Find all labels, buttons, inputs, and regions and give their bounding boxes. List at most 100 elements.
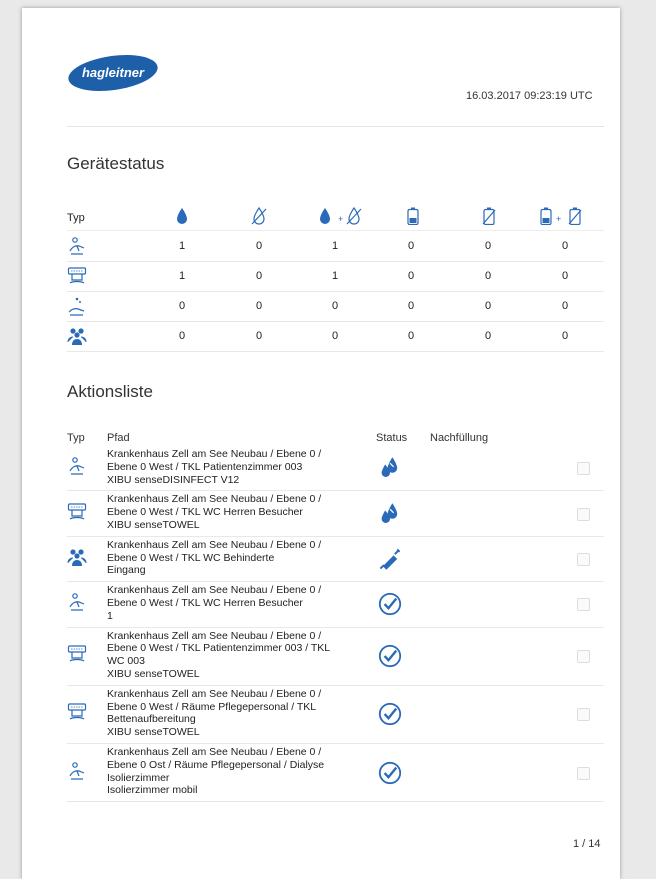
refill-checkbox[interactable] — [577, 766, 590, 780]
action-path-line: Krankenhaus Zell am See Neubau / Ebene 0… — [107, 584, 322, 597]
svg-text:+: + — [556, 214, 561, 224]
action-path-line: Ebene 0 Ost / Räume Pflegepersonal / Dia… — [107, 758, 325, 771]
action-path-line: Krankenhaus Zell am See Neubau / Ebene 0… — [107, 629, 322, 642]
refill-checkbox[interactable] — [577, 552, 590, 566]
status-count-cell: 1 — [178, 240, 186, 252]
status-count-cell: 1 — [178, 270, 186, 282]
drop-crossed-icon — [251, 207, 267, 225]
action-row: Krankenhaus Zell am See Neubau / Ebene 0… — [67, 582, 604, 628]
action-path-line: Eingang — [107, 564, 146, 577]
status-count-cell: 0 — [178, 300, 186, 312]
action-refill-header: Nachfüllung — [430, 432, 489, 444]
drops-icon — [381, 457, 398, 478]
drop-icon — [177, 208, 187, 224]
status-count-cell: 0 — [484, 330, 492, 342]
status-count-cell: 0 — [561, 300, 569, 312]
hand-disinfect-icon — [69, 457, 85, 475]
status-count-cell: 0 — [561, 270, 569, 282]
status-count-cell: 1 — [331, 240, 339, 252]
status-count-cell: 0 — [331, 300, 339, 312]
status-count-cell: 0 — [178, 330, 186, 342]
towel-dispenser-icon — [67, 502, 87, 520]
status-count-cell: 0 — [255, 330, 263, 342]
status-count-cell: 0 — [255, 240, 263, 252]
status-count-cell: 0 — [407, 300, 415, 312]
status-row: 1 0 1 0 0 0 — [67, 232, 604, 262]
action-path-header: Pfad — [107, 432, 130, 444]
refill-checkbox[interactable] — [577, 462, 590, 476]
action-path-line: XIBU senseTOWEL — [107, 726, 200, 739]
action-path-line: Isolierzimmer — [107, 771, 170, 784]
svg-text:+: + — [338, 214, 343, 224]
divider — [67, 126, 604, 127]
action-path-line: XIBU senseTOWEL — [107, 518, 200, 531]
drops-icon — [381, 502, 398, 523]
battery-plus-battery-crossed-icon: + — [540, 207, 582, 225]
action-row: Krankenhaus Zell am See Neubau / Ebene 0… — [67, 446, 604, 492]
status-count-cell: 0 — [484, 240, 492, 252]
action-path-line: Bettenaufbereitung — [107, 713, 196, 726]
document-page: hagleitner 16.03.2017 09:23:19 UTC Gerät… — [22, 8, 620, 879]
action-row: Krankenhaus Zell am See Neubau / Ebene 0… — [67, 744, 604, 803]
check-circle-icon — [378, 761, 402, 784]
refill-checkbox[interactable] — [577, 650, 590, 664]
action-row: Krankenhaus Zell am See Neubau / Ebene 0… — [67, 628, 604, 686]
action-row: Krankenhaus Zell am See Neubau / Ebene 0… — [67, 491, 604, 537]
refill-checkbox[interactable] — [577, 507, 590, 521]
towel-dispenser-icon — [67, 267, 87, 284]
people-group-icon — [67, 549, 87, 566]
refill-checkbox[interactable] — [577, 598, 590, 612]
action-path-line: Ebene 0 West / Räume Pflegepersonal / TK… — [107, 700, 317, 713]
action-row: Krankenhaus Zell am See Neubau / Ebene 0… — [67, 537, 604, 583]
action-path-line: Ebene 0 West / TKL Patientenzimmer 003 — [107, 460, 303, 473]
hand-disinfect-icon — [69, 593, 85, 611]
status-count-cell: 0 — [331, 330, 339, 342]
status-count-cell: 0 — [255, 300, 263, 312]
drop-plus-drop-crossed-icon: + — [320, 207, 362, 225]
status-count-cell: 0 — [255, 270, 263, 282]
status-header-divider — [67, 230, 604, 231]
action-list-title: Aktionsliste — [67, 382, 153, 401]
action-path: Krankenhaus Zell am See Neubau / Ebene 0… — [107, 746, 377, 797]
refill-checkbox[interactable] — [577, 708, 590, 722]
action-path-line: Ebene 0 West / TKL Patientenzimmer 003 /… — [107, 642, 331, 655]
action-path-line: Krankenhaus Zell am See Neubau / Ebene 0… — [107, 448, 322, 460]
action-status-header: Status — [376, 432, 408, 444]
action-row: Krankenhaus Zell am See Neubau / Ebene 0… — [67, 686, 604, 744]
page-number: 1 / 14 — [573, 838, 601, 850]
action-path: Krankenhaus Zell am See Neubau / Ebene 0… — [107, 630, 377, 681]
status-row: 0 0 0 0 0 0 — [67, 322, 604, 352]
status-count-cell: 1 — [331, 270, 339, 282]
action-path: Krankenhaus Zell am See Neubau / Ebene 0… — [107, 448, 377, 486]
action-path-line: 1 — [107, 609, 113, 622]
device-status-title: Gerätestatus — [67, 154, 165, 173]
action-path-line: Krankenhaus Zell am See Neubau / Ebene 0… — [107, 538, 322, 551]
towel-dispenser-icon — [67, 703, 87, 720]
action-path-line: Ebene 0 West / TKL WC Herren Besucher — [107, 596, 303, 609]
hand-disinfect-icon — [69, 237, 85, 255]
typ-column-header: Typ — [67, 212, 85, 224]
action-path-line: Ebene 0 West / TKL WC Herren Besucher — [107, 506, 303, 519]
action-path-line: XIBU senseTOWEL — [107, 667, 200, 680]
action-path-line: XIBU senseDISINFECT V12 — [107, 473, 240, 486]
action-typ-header: Typ — [67, 432, 85, 444]
people-group-icon — [67, 328, 87, 345]
action-path-line: WC 003 — [107, 655, 145, 668]
status-count-cell: 0 — [407, 270, 415, 282]
svg-text:hagleitner: hagleitner — [82, 65, 145, 80]
action-path: Krankenhaus Zell am See Neubau / Ebene 0… — [107, 539, 377, 577]
battery-crossed-icon — [482, 207, 496, 225]
status-count-cell: 0 — [561, 330, 569, 342]
status-count-cell: 0 — [407, 330, 415, 342]
status-count-cell: 0 — [484, 270, 492, 282]
action-path-line: Isolierzimmer mobil — [107, 784, 198, 797]
action-path: Krankenhaus Zell am See Neubau / Ebene 0… — [107, 584, 377, 622]
hagleitner-logo: hagleitner — [68, 55, 158, 91]
status-row: 1 0 1 0 0 0 — [67, 262, 604, 292]
status-row: 0 0 0 0 0 0 — [67, 292, 604, 322]
hand-disinfect-icon — [69, 761, 85, 780]
syringe-icon — [379, 548, 401, 570]
action-path-line: Krankenhaus Zell am See Neubau / Ebene 0… — [107, 687, 322, 700]
check-circle-icon — [378, 593, 402, 616]
battery-icon — [407, 207, 419, 225]
